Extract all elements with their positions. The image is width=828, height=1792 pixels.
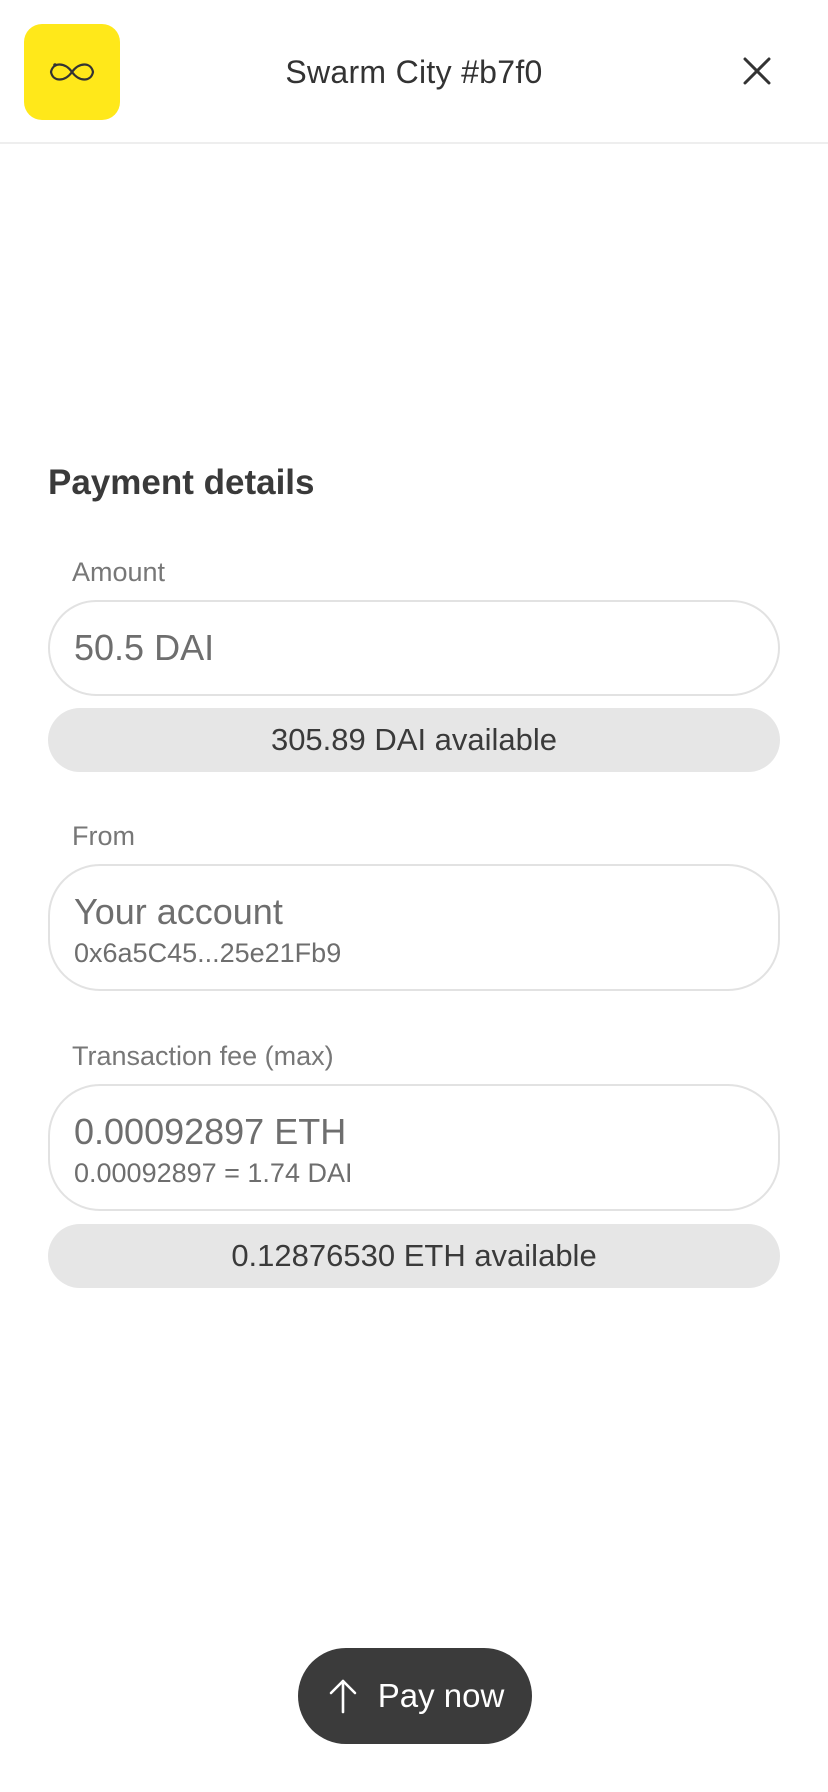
header: Swarm City #b7f0: [0, 0, 828, 144]
pay-now-button[interactable]: Pay now: [298, 1648, 532, 1744]
fee-label: Transaction fee (max): [72, 1041, 334, 1071]
section-title: Payment details: [48, 463, 315, 502]
from-label: From: [72, 821, 135, 851]
fee-value: 0.00092897 ETH: [74, 1111, 347, 1152]
pay-now-label: Pay now: [377, 1677, 505, 1714]
fee-conversion: 0.00092897 = 1.74 DAI: [74, 1158, 353, 1188]
amount-value: 50.5 DAI: [74, 627, 215, 668]
amount-available-badge: 305.89 DAI available: [48, 708, 780, 772]
eth-available-badge: 0.12876530 ETH available: [48, 1224, 780, 1288]
close-icon: [743, 57, 771, 85]
account-name: Your account: [74, 891, 283, 932]
arrow-up-icon: [329, 1679, 357, 1714]
page-title: Swarm City #b7f0: [285, 54, 543, 90]
close-button[interactable]: [738, 52, 776, 90]
account-address: 0x6a5C45...25e21Fb9: [74, 938, 342, 968]
fee-field[interactable]: 0.00092897 ETH 0.00092897 = 1.74 DAI: [48, 1084, 780, 1211]
amount-label: Amount: [72, 557, 166, 587]
from-account-field[interactable]: Your account 0x6a5C45...25e21Fb9: [48, 864, 780, 991]
amount-field[interactable]: 50.5 DAI: [48, 600, 780, 696]
